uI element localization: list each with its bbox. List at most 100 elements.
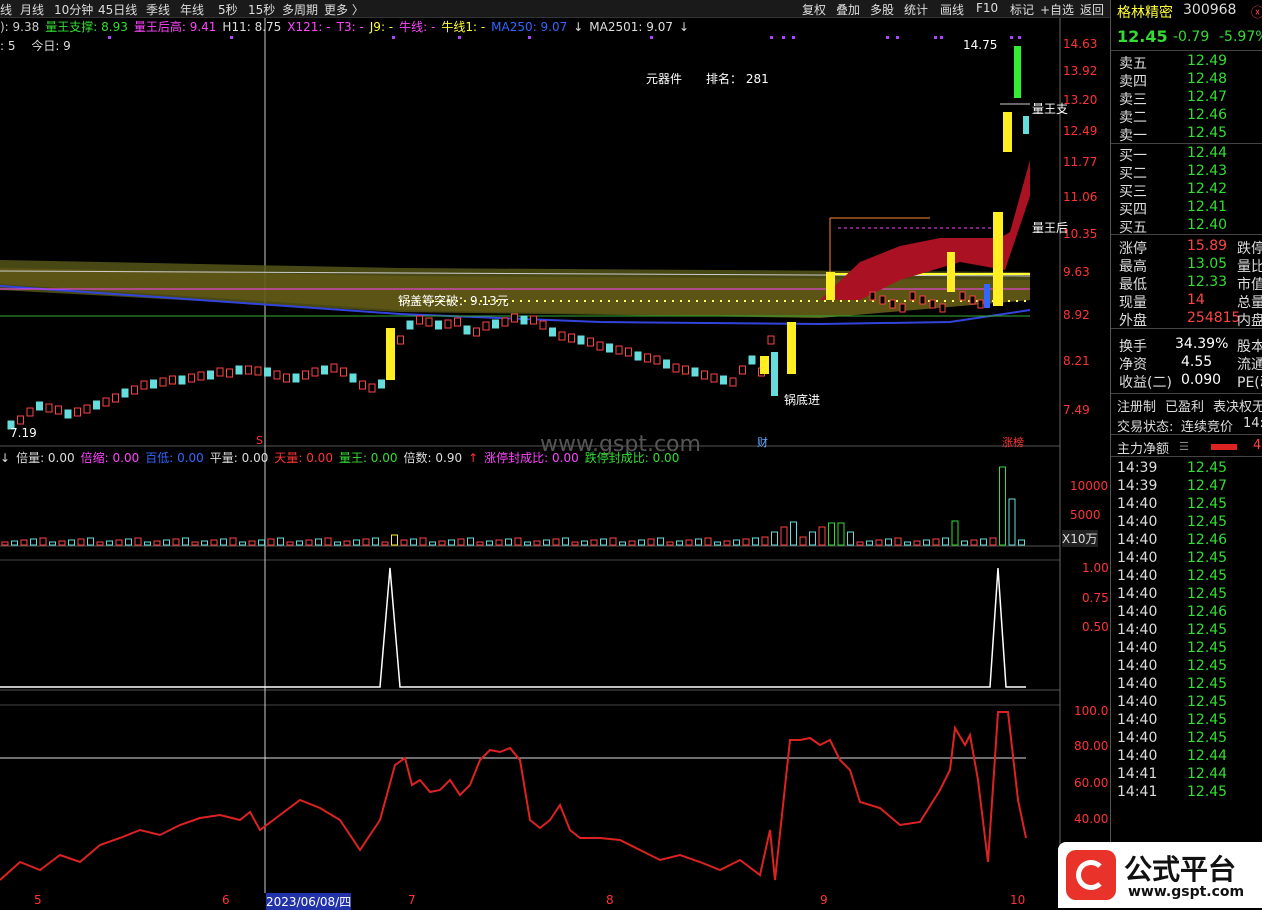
price-tick-4: 11.77 — [1063, 155, 1098, 169]
signal-marker — [770, 36, 773, 39]
candle — [435, 320, 442, 330]
ask-label: 卖四 — [1119, 74, 1147, 90]
candle — [454, 317, 461, 327]
volume-bar — [467, 537, 474, 546]
candle — [701, 370, 708, 380]
volume-bar — [951, 520, 959, 546]
candle — [909, 291, 916, 301]
candle — [368, 383, 376, 393]
volume-bar — [913, 540, 921, 546]
volume-indicator-3: 百低: 0.00 — [145, 451, 204, 465]
volume-bar — [1, 541, 9, 546]
bid-label: 买四 — [1119, 202, 1147, 218]
candle — [17, 415, 24, 425]
tick-price: 12.44 — [1187, 766, 1228, 782]
volume-bar — [39, 537, 47, 546]
ask-price: 12.45 — [1187, 125, 1228, 141]
volume-bar — [125, 538, 132, 546]
volume-bar — [49, 541, 56, 546]
volume-bar — [980, 538, 987, 546]
candle — [672, 363, 680, 373]
volume-bar — [628, 540, 636, 546]
breakout-annotation: 锅盖等突破：9.13元 — [398, 294, 509, 308]
candle — [74, 407, 81, 417]
volume-bar — [676, 540, 683, 546]
ask-label: 卖三 — [1119, 92, 1147, 108]
close-icon[interactable]: ⓧ — [1251, 2, 1262, 21]
volume-bar — [115, 539, 123, 546]
tick-row: 14:40 12.45 — [1111, 730, 1262, 748]
candle — [444, 319, 452, 329]
candle — [492, 319, 499, 329]
volume-bar — [961, 540, 968, 546]
ask-label: 卖一 — [1119, 128, 1147, 144]
tick-time: 14:40 — [1117, 730, 1158, 746]
volume-indicator-1: 倍量: 0.00 — [16, 451, 75, 465]
price-tick-0: 14.63 — [1063, 37, 1098, 51]
volume-bar — [239, 541, 246, 546]
volume-bar — [780, 526, 788, 546]
signal-marker — [392, 36, 395, 39]
stat2-row: 换手 34.39% 股本 — [1111, 336, 1262, 355]
tick-row: 14:40 12.45 — [1111, 694, 1262, 712]
candle — [739, 365, 746, 375]
volume-bar — [229, 537, 237, 546]
tick-price: 12.44 — [1187, 748, 1228, 764]
tick-time: 14:39 — [1117, 460, 1158, 476]
price-change: -0.79 — [1173, 29, 1210, 45]
stat-value: 254815 — [1187, 310, 1241, 326]
volume-bar — [847, 531, 854, 546]
signal-marker — [1010, 36, 1013, 39]
volume-bar — [476, 541, 484, 546]
volume-bar — [543, 539, 550, 546]
tick-price: 12.47 — [1187, 478, 1228, 494]
volume-bar — [733, 539, 740, 546]
volume-bar — [400, 539, 408, 546]
candle — [302, 370, 309, 380]
volume-bar — [258, 539, 265, 546]
ask-price: 12.46 — [1187, 107, 1228, 123]
stock-code: 300968 — [1183, 2, 1237, 18]
list-icon[interactable]: ☰ — [1179, 440, 1189, 453]
candle — [235, 365, 243, 375]
volume-bar — [970, 539, 978, 546]
gspt-logo: 公式平台 www.gspt.com — [1058, 842, 1262, 908]
stat-value: 13.05 — [1187, 256, 1228, 272]
volume-bar — [153, 540, 161, 546]
volume-bar — [552, 538, 560, 546]
candle — [245, 365, 252, 375]
big-candle — [993, 212, 1003, 306]
volume-bar — [619, 541, 626, 546]
stat-label-right: 跌停 — [1237, 241, 1262, 257]
candle — [140, 380, 148, 390]
stat-label-right: 市值 — [1237, 277, 1262, 293]
candle — [283, 373, 290, 383]
volume-bar — [923, 539, 930, 546]
tick-price: 12.45 — [1187, 550, 1228, 566]
volume-tick-2: X10万 — [1062, 530, 1098, 547]
big-candle — [787, 322, 796, 374]
volume-bar — [562, 537, 569, 546]
bid-row: 买一 12.44 — [1111, 145, 1262, 164]
candle — [349, 373, 357, 383]
candle — [340, 367, 347, 377]
volume-bar — [989, 537, 997, 546]
main-flow-row[interactable]: 主力净额 ☰ 4 — [1111, 438, 1262, 457]
volume-bar — [429, 541, 436, 546]
signal-marker — [458, 36, 461, 39]
tick-time: 14:40 — [1117, 496, 1158, 512]
volume-bar — [210, 539, 218, 546]
tick-time: 14:40 — [1117, 712, 1158, 728]
candle — [919, 295, 926, 305]
tick-row: 14:39 12.45 — [1111, 460, 1262, 478]
top-markers — [108, 36, 1021, 39]
stat-value: 15.89 — [1187, 238, 1228, 254]
stat-value: 14 — [1187, 292, 1205, 308]
tick-price: 12.45 — [1187, 730, 1228, 746]
oscillator-tick-2: 60.00 — [1074, 776, 1109, 790]
volume-bar — [666, 541, 674, 546]
sector-label: 元器件 — [646, 72, 683, 86]
candle — [511, 313, 518, 323]
candle — [710, 373, 718, 383]
candle — [558, 331, 566, 341]
